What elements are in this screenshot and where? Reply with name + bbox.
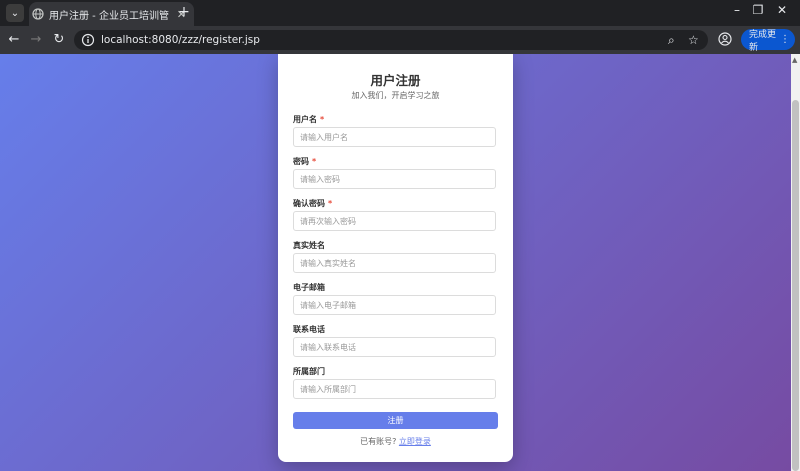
password-label-text: 密码 [293,157,309,166]
phone-input[interactable] [293,337,496,357]
site-info-icon[interactable] [81,33,95,47]
reload-icon[interactable]: ↻ [51,32,67,47]
tab-strip: ⌄ 用户注册 - 企业员工培训管理系统 ✕ + – ❐ ✕ [0,0,800,26]
page-scrollbar[interactable]: ▲ [791,54,800,471]
profile-icon[interactable] [718,32,732,46]
register-card: 用户注册 加入我们，开启学习之旅 用户名* 密码* 确认密码* 真实姓名 电子邮… [278,54,513,462]
confirm-password-label-text: 确认密码 [293,199,325,208]
confirm-password-label: 确认密码 * [293,198,332,209]
globe-icon [32,8,44,20]
department-label: 所属部门 [293,367,325,376]
real-name-label: 真实姓名 [293,241,325,250]
username-label: 用户名 * [293,114,324,125]
forward-icon[interactable]: → [28,32,44,47]
password-label: 密码 * [293,156,316,167]
page-subtitle: 加入我们，开启学习之旅 [351,91,440,100]
back-icon[interactable]: ← [6,32,22,47]
required-mark: * [320,115,325,124]
zoom-icon[interactable]: ⌕ [668,33,675,48]
close-window-icon[interactable]: ✕ [772,3,792,17]
required-mark: * [312,157,317,166]
username-label-text: 用户名 [293,115,317,124]
update-button[interactable]: 完成更新 ⋮ [741,29,795,53]
page-title: 用户注册 [370,73,421,88]
email-label: 电子邮箱 [293,283,325,292]
phone-label: 联系电话 [293,325,325,334]
required-mark: * [328,199,333,208]
update-button-label: 完成更新 [749,29,777,53]
register-button[interactable]: 注册 [293,412,498,429]
tab-title: 用户注册 - 企业员工培训管理系统 [49,10,169,22]
login-link[interactable]: 立即登录 [399,437,431,446]
username-input[interactable] [293,127,496,147]
tab-search-button[interactable]: ⌄ [6,4,24,22]
confirm-password-input[interactable] [293,211,496,231]
minimize-icon[interactable]: – [727,3,747,17]
new-tab-icon[interactable]: + [176,4,192,20]
bookmark-star-icon[interactable]: ☆ [688,33,699,47]
page-viewport: 用户注册 加入我们，开启学习之旅 用户名* 密码* 确认密码* 真实姓名 电子邮… [0,54,791,471]
url-text: localhost:8080/zzz/register.jsp [101,34,260,46]
active-tab[interactable]: 用户注册 - 企业员工培训管理系统 ✕ [29,2,194,26]
scroll-up-icon[interactable]: ▲ [792,56,797,64]
login-prompt: 已有账号? [360,437,397,446]
browser-toolbar: ← → ↻ localhost:8080/zzz/register.jsp ⌕ … [0,26,800,54]
scrollbar-thumb[interactable] [792,100,799,471]
restore-icon[interactable]: ❐ [748,3,768,17]
login-prompt-line: 已有账号? 立即登录 [278,436,513,447]
real-name-input[interactable] [293,253,496,273]
password-input[interactable] [293,169,496,189]
email-input[interactable] [293,295,496,315]
more-menu-icon[interactable]: ⋮ [780,34,790,45]
address-bar[interactable]: localhost:8080/zzz/register.jsp ⌕ ☆ [74,30,708,50]
department-input[interactable] [293,379,496,399]
